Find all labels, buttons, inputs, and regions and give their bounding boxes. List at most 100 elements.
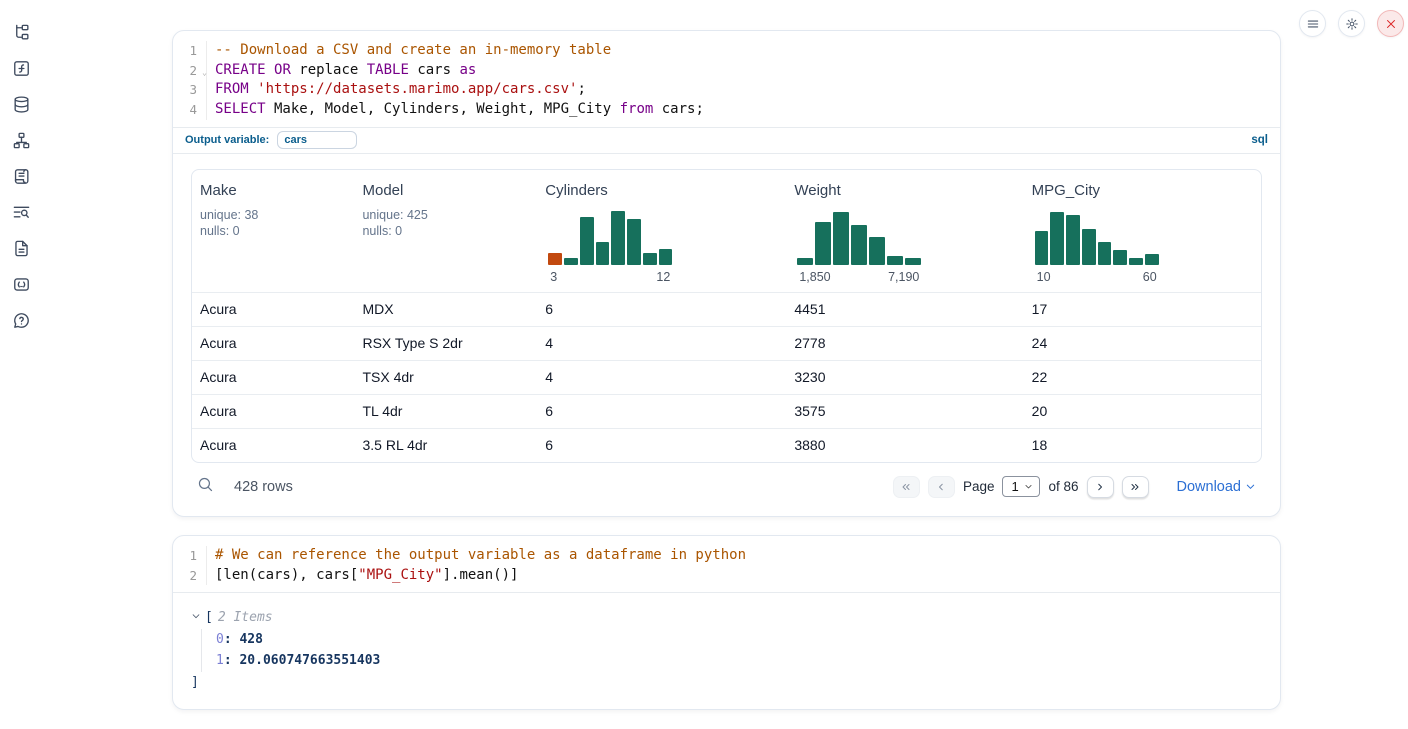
- histogram-bar[interactable]: [833, 212, 849, 265]
- menu-button[interactable]: [1299, 10, 1326, 37]
- last-page-button[interactable]: [1122, 476, 1149, 498]
- histogram-bar[interactable]: [627, 219, 641, 265]
- table-cell[interactable]: Acura: [192, 429, 354, 462]
- code-line[interactable]: 4SELECT Make, Model, Cylinders, Weight, …: [173, 100, 1280, 120]
- column-header[interactable]: Weight1,8507,190: [786, 170, 1023, 292]
- column-histogram[interactable]: 1,8507,190: [797, 209, 921, 284]
- table-cell[interactable]: MDX: [354, 293, 537, 326]
- table-cell[interactable]: Acura: [192, 361, 354, 394]
- table-cell[interactable]: 3880: [786, 429, 1023, 462]
- data-table: Makeunique: 38nulls: 0Modelunique: 425nu…: [191, 169, 1262, 463]
- table-cell[interactable]: 3230: [786, 361, 1023, 394]
- histogram-bar[interactable]: [869, 237, 885, 264]
- table-cell[interactable]: 20: [1024, 395, 1261, 428]
- column-histogram[interactable]: 312: [548, 209, 672, 284]
- shutdown-button[interactable]: [1377, 10, 1404, 37]
- table-cell[interactable]: RSX Type S 2dr: [354, 327, 537, 360]
- page-number-select[interactable]: 1: [1002, 476, 1040, 497]
- histogram-bar[interactable]: [564, 258, 578, 265]
- tree-collapse-toggle[interactable]: [191, 607, 205, 629]
- sql-code-editor[interactable]: 1-- Download a CSV and create an in-memo…: [173, 31, 1280, 127]
- logs-search-icon[interactable]: [3, 194, 39, 230]
- code-line[interactable]: 3FROM 'https://datasets.marimo.app/cars.…: [173, 80, 1280, 100]
- table-cell[interactable]: Acura: [192, 327, 354, 360]
- table-cell[interactable]: 6: [537, 429, 786, 462]
- output-variable-input[interactable]: [277, 131, 357, 149]
- table-cell[interactable]: 4: [537, 361, 786, 394]
- histogram-bar[interactable]: [548, 253, 562, 265]
- file-tree-icon[interactable]: [3, 14, 39, 50]
- database-icon[interactable]: [3, 86, 39, 122]
- table-cell[interactable]: 4451: [786, 293, 1023, 326]
- histogram-bar[interactable]: [1050, 212, 1064, 265]
- column-header[interactable]: Cylinders 312: [537, 170, 786, 292]
- table-cell[interactable]: Acura: [192, 395, 354, 428]
- table-row[interactable]: AcuraRSX Type S 2dr4277824: [192, 326, 1261, 360]
- table-cell[interactable]: 3.5 RL 4dr: [354, 429, 537, 462]
- function-square-icon[interactable]: [3, 50, 39, 86]
- download-button[interactable]: Download: [1177, 479, 1257, 495]
- language-badge[interactable]: sql: [1251, 134, 1268, 146]
- histogram-bar[interactable]: [1082, 229, 1096, 265]
- scratchpad-scroll-icon[interactable]: [3, 158, 39, 194]
- code-line[interactable]: 1# We can reference the output variable …: [173, 546, 1280, 566]
- code-line[interactable]: 1-- Download a CSV and create an in-memo…: [173, 41, 1280, 61]
- table-row[interactable]: Acura3.5 RL 4dr6388018: [192, 428, 1261, 462]
- histogram-bar[interactable]: [596, 242, 610, 264]
- histogram-bar[interactable]: [1129, 258, 1143, 265]
- tree-entry-key: 1: [216, 653, 224, 668]
- code-line[interactable]: 2⌄CREATE OR replace TABLE cars as: [173, 61, 1280, 81]
- histogram-bar[interactable]: [1145, 254, 1159, 265]
- prev-page-button[interactable]: [928, 476, 955, 498]
- histogram-bar[interactable]: [1098, 242, 1112, 264]
- table-cell[interactable]: 6: [537, 293, 786, 326]
- table-cell[interactable]: 3575: [786, 395, 1023, 428]
- column-header[interactable]: Makeunique: 38nulls: 0: [192, 170, 354, 292]
- table-cell[interactable]: 22: [1024, 361, 1261, 394]
- document-icon[interactable]: [3, 230, 39, 266]
- search-icon[interactable]: [197, 476, 214, 498]
- first-page-button[interactable]: [893, 476, 920, 498]
- histogram-bar[interactable]: [815, 222, 831, 265]
- table-cell[interactable]: Acura: [192, 293, 354, 326]
- table-cell[interactable]: 6: [537, 395, 786, 428]
- table-row[interactable]: AcuraTSX 4dr4323022: [192, 360, 1261, 394]
- table-cell[interactable]: TSX 4dr: [354, 361, 537, 394]
- dependency-graph-icon[interactable]: [3, 122, 39, 158]
- column-header[interactable]: Modelunique: 425nulls: 0: [354, 170, 537, 292]
- histogram-bar[interactable]: [905, 258, 921, 265]
- histogram-bars: [797, 209, 921, 265]
- histogram-bar[interactable]: [643, 253, 657, 265]
- table-cell[interactable]: 17: [1024, 293, 1261, 326]
- next-page-button[interactable]: [1087, 476, 1114, 498]
- histogram-bar[interactable]: [611, 211, 625, 265]
- histogram-bar[interactable]: [1066, 215, 1080, 265]
- histogram-bar[interactable]: [797, 258, 813, 265]
- table-row[interactable]: AcuraMDX6445117: [192, 292, 1261, 326]
- table-row[interactable]: AcuraTL 4dr6357520: [192, 394, 1261, 428]
- code-line[interactable]: 2[len(cars), cars["MPG_City"].mean()]: [173, 566, 1280, 586]
- histogram-bar[interactable]: [659, 249, 673, 265]
- histogram-bar[interactable]: [1113, 250, 1127, 265]
- table-cell[interactable]: 2778: [786, 327, 1023, 360]
- chevron-down-icon: [1245, 481, 1256, 492]
- column-histogram[interactable]: 1060: [1035, 209, 1159, 284]
- chevron-left-icon: [935, 481, 947, 493]
- column-name: Model: [362, 182, 529, 199]
- table-cell[interactable]: 18: [1024, 429, 1261, 462]
- histogram-bar[interactable]: [1035, 231, 1049, 265]
- histogram-bars: [548, 209, 672, 265]
- snippets-icon[interactable]: [3, 266, 39, 302]
- table-cell[interactable]: 24: [1024, 327, 1261, 360]
- table-cell[interactable]: TL 4dr: [354, 395, 537, 428]
- histogram-bar[interactable]: [887, 256, 903, 265]
- column-header[interactable]: MPG_City1060: [1024, 170, 1261, 292]
- help-icon[interactable]: [3, 302, 39, 338]
- table-cell[interactable]: 4: [537, 327, 786, 360]
- python-code-editor[interactable]: 1# We can reference the output variable …: [173, 536, 1280, 592]
- histogram-bar[interactable]: [580, 217, 594, 265]
- column-name: Cylinders: [545, 182, 778, 199]
- code-text: CREATE OR replace TABLE cars as: [207, 61, 476, 81]
- settings-button[interactable]: [1338, 10, 1365, 37]
- histogram-bar[interactable]: [851, 225, 867, 265]
